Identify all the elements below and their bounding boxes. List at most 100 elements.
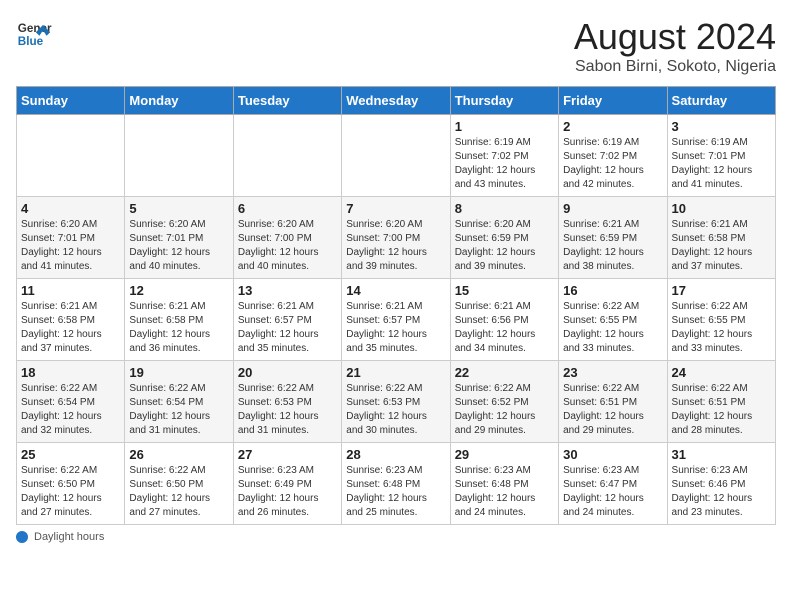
calendar-cell: 13 Sunrise: 6:21 AM Sunset: 6:57 PM Dayli…	[233, 279, 341, 361]
day-number: 3	[672, 119, 771, 134]
day-info: Sunrise: 6:23 AM Sunset: 6:47 PM Dayligh…	[563, 464, 662, 520]
calendar-cell: 27 Sunrise: 6:23 AM Sunset: 6:49 PM Dayli…	[233, 443, 341, 525]
header: General Blue August 2024 Sabon Birni, So…	[16, 16, 776, 76]
logo-icon: General Blue	[16, 16, 52, 52]
day-info: Sunrise: 6:21 AM Sunset: 6:57 PM Dayligh…	[346, 300, 445, 356]
calendar-cell: 8Sunrise: 6:20 AM Sunset: 6:59 PM Daylig…	[450, 197, 558, 279]
day-info: Sunrise: 6:23 AM Sunset: 6:48 PM Dayligh…	[455, 464, 554, 520]
calendar-cell: 20 Sunrise: 6:22 AM Sunset: 6:53 PM Dayli…	[233, 361, 341, 443]
day-info: Sunrise: 6:20 AM Sunset: 7:01 PM Dayligh…	[129, 218, 228, 274]
day-info: Sunrise: 6:22 AM Sunset: 6:53 PM Dayligh…	[346, 382, 445, 438]
column-header-sunday: Sunday	[17, 87, 125, 115]
calendar-cell: 11 Sunrise: 6:21 AM Sunset: 6:58 PM Dayli…	[17, 279, 125, 361]
day-info: Sunrise: 6:23 AM Sunset: 6:48 PM Dayligh…	[346, 464, 445, 520]
day-info: Sunrise: 6:20 AM Sunset: 7:00 PM Dayligh…	[238, 218, 337, 274]
calendar-cell: 10Sunrise: 6:21 AM Sunset: 6:58 PM Dayli…	[667, 197, 775, 279]
calendar-cell: 19 Sunrise: 6:22 AM Sunset: 6:54 PM Dayli…	[125, 361, 233, 443]
calendar-cell: 7 Sunrise: 6:20 AM Sunset: 7:00 PM Daylig…	[342, 197, 450, 279]
day-info: Sunrise: 6:21 AM Sunset: 6:59 PM Dayligh…	[563, 218, 662, 274]
day-info: Sunrise: 6:21 AM Sunset: 6:58 PM Dayligh…	[21, 300, 120, 356]
day-info: Sunrise: 6:19 AM Sunset: 7:02 PM Dayligh…	[563, 136, 662, 192]
day-number: 31	[672, 447, 771, 462]
day-number: 24	[672, 365, 771, 380]
day-number: 22	[455, 365, 554, 380]
day-info: Sunrise: 6:23 AM Sunset: 6:46 PM Dayligh…	[672, 464, 771, 520]
calendar-week-row: 1 Sunrise: 6:19 AM Sunset: 7:02 PM Daylig…	[17, 115, 776, 197]
day-number: 10	[672, 201, 771, 216]
calendar-cell: 28Sunrise: 6:23 AM Sunset: 6:48 PM Dayli…	[342, 443, 450, 525]
day-info: Sunrise: 6:22 AM Sunset: 6:51 PM Dayligh…	[563, 382, 662, 438]
calendar-week-row: 18 Sunrise: 6:22 AM Sunset: 6:54 PM Dayli…	[17, 361, 776, 443]
day-number: 5	[129, 201, 228, 216]
calendar-cell: 22 Sunrise: 6:22 AM Sunset: 6:52 PM Dayli…	[450, 361, 558, 443]
calendar-cell: 18 Sunrise: 6:22 AM Sunset: 6:54 PM Dayli…	[17, 361, 125, 443]
column-header-thursday: Thursday	[450, 87, 558, 115]
day-info: Sunrise: 6:20 AM Sunset: 7:01 PM Dayligh…	[21, 218, 120, 274]
page-title: August 2024	[574, 16, 776, 58]
day-info: Sunrise: 6:22 AM Sunset: 6:55 PM Dayligh…	[563, 300, 662, 356]
calendar-cell: 30 Sunrise: 6:23 AM Sunset: 6:47 PM Dayli…	[559, 443, 667, 525]
footer-label: Daylight hours	[34, 531, 104, 543]
day-number: 6	[238, 201, 337, 216]
calendar-cell: 5 Sunrise: 6:20 AM Sunset: 7:01 PM Daylig…	[125, 197, 233, 279]
day-info: Sunrise: 6:22 AM Sunset: 6:51 PM Dayligh…	[672, 382, 771, 438]
day-number: 23	[563, 365, 662, 380]
day-number: 4	[21, 201, 120, 216]
day-info: Sunrise: 6:21 AM Sunset: 6:56 PM Dayligh…	[455, 300, 554, 356]
column-header-tuesday: Tuesday	[233, 87, 341, 115]
column-header-wednesday: Wednesday	[342, 87, 450, 115]
day-number: 7	[346, 201, 445, 216]
calendar-cell: 2 Sunrise: 6:19 AM Sunset: 7:02 PM Daylig…	[559, 115, 667, 197]
page-subtitle: Sabon Birni, Sokoto, Nigeria	[574, 58, 776, 76]
calendar-cell: 1Sunrise: 6:19 AM Sunset: 7:02 PM Daylig…	[450, 115, 558, 197]
day-number: 9	[563, 201, 662, 216]
calendar-cell: 21 Sunrise: 6:22 AM Sunset: 6:53 PM Dayli…	[342, 361, 450, 443]
day-number: 21	[346, 365, 445, 380]
calendar-week-row: 11 Sunrise: 6:21 AM Sunset: 6:58 PM Dayli…	[17, 279, 776, 361]
day-number: 27	[238, 447, 337, 462]
day-info: Sunrise: 6:22 AM Sunset: 6:53 PM Dayligh…	[238, 382, 337, 438]
calendar-cell: 25 Sunrise: 6:22 AM Sunset: 6:50 PM Dayli…	[17, 443, 125, 525]
day-info: Sunrise: 6:19 AM Sunset: 7:01 PM Dayligh…	[672, 136, 771, 192]
calendar-cell: 16Sunrise: 6:22 AM Sunset: 6:55 PM Dayli…	[559, 279, 667, 361]
svg-text:Blue: Blue	[18, 35, 44, 48]
day-info: Sunrise: 6:22 AM Sunset: 6:50 PM Dayligh…	[129, 464, 228, 520]
footer: Daylight hours	[16, 531, 776, 543]
day-number: 1	[455, 119, 554, 134]
day-number: 25	[21, 447, 120, 462]
day-info: Sunrise: 6:21 AM Sunset: 6:57 PM Dayligh…	[238, 300, 337, 356]
calendar-cell: 24 Sunrise: 6:22 AM Sunset: 6:51 PM Dayli…	[667, 361, 775, 443]
day-info: Sunrise: 6:21 AM Sunset: 6:58 PM Dayligh…	[129, 300, 228, 356]
day-info: Sunrise: 6:22 AM Sunset: 6:54 PM Dayligh…	[21, 382, 120, 438]
calendar-week-row: 25 Sunrise: 6:22 AM Sunset: 6:50 PM Dayli…	[17, 443, 776, 525]
calendar-cell: 12 Sunrise: 6:21 AM Sunset: 6:58 PM Dayli…	[125, 279, 233, 361]
day-info: Sunrise: 6:20 AM Sunset: 7:00 PM Dayligh…	[346, 218, 445, 274]
calendar-cell	[233, 115, 341, 197]
day-info: Sunrise: 6:22 AM Sunset: 6:50 PM Dayligh…	[21, 464, 120, 520]
calendar-cell	[125, 115, 233, 197]
column-header-saturday: Saturday	[667, 87, 775, 115]
day-number: 12	[129, 283, 228, 298]
day-number: 13	[238, 283, 337, 298]
day-number: 17	[672, 283, 771, 298]
day-number: 11	[21, 283, 120, 298]
day-number: 15	[455, 283, 554, 298]
day-number: 19	[129, 365, 228, 380]
calendar-cell	[17, 115, 125, 197]
day-number: 29	[455, 447, 554, 462]
footer-dot	[16, 531, 28, 543]
calendar-cell: 31 Sunrise: 6:23 AM Sunset: 6:46 PM Dayli…	[667, 443, 775, 525]
day-number: 18	[21, 365, 120, 380]
day-number: 20	[238, 365, 337, 380]
day-info: Sunrise: 6:22 AM Sunset: 6:52 PM Dayligh…	[455, 382, 554, 438]
day-info: Sunrise: 6:23 AM Sunset: 6:49 PM Dayligh…	[238, 464, 337, 520]
day-number: 30	[563, 447, 662, 462]
calendar-cell: 23 Sunrise: 6:22 AM Sunset: 6:51 PM Dayli…	[559, 361, 667, 443]
day-number: 8	[455, 201, 554, 216]
day-info: Sunrise: 6:22 AM Sunset: 6:54 PM Dayligh…	[129, 382, 228, 438]
title-area: August 2024 Sabon Birni, Sokoto, Nigeria	[574, 16, 776, 76]
day-number: 2	[563, 119, 662, 134]
calendar-cell: 17Sunrise: 6:22 AM Sunset: 6:55 PM Dayli…	[667, 279, 775, 361]
column-header-monday: Monday	[125, 87, 233, 115]
column-header-friday: Friday	[559, 87, 667, 115]
